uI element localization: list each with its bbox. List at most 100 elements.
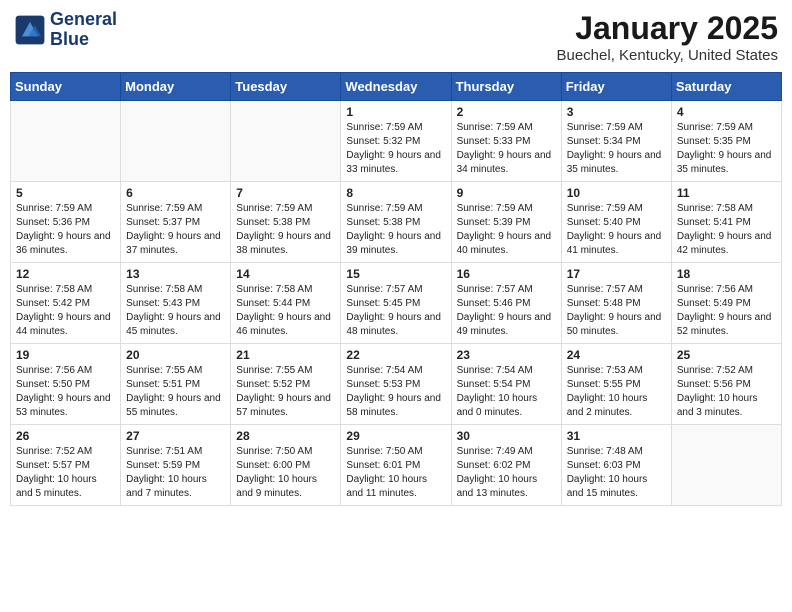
day-number: 29 bbox=[346, 429, 445, 443]
day-number: 3 bbox=[567, 105, 666, 119]
calendar-week-row: 26Sunrise: 7:52 AM Sunset: 5:57 PM Dayli… bbox=[11, 425, 782, 506]
table-row: 6 Sunrise: 7:59 AM Sunset: 5:37 PM Daylig… bbox=[121, 182, 231, 263]
day-detail: Sunrise: 7:59 AM Sunset: 5:35 PM Dayligh… bbox=[677, 121, 776, 177]
day-detail: Sunrise: 7:49 AM Sunset: 6:02 PM Dayligh… bbox=[457, 445, 556, 501]
table-row: 7 Sunrise: 7:59 AM Sunset: 5:38 PM Daylig… bbox=[231, 182, 341, 263]
day-number: 13 bbox=[126, 267, 225, 281]
logo-icon bbox=[14, 14, 46, 46]
table-row: 1Sunrise: 7:59 AM Sunset: 5:32 PM Daylig… bbox=[341, 101, 451, 182]
day-detail: Sunrise: 7:54 AM Sunset: 5:54 PM Dayligh… bbox=[457, 364, 556, 420]
table-row: 5 Sunrise: 7:59 AM Sunset: 5:36 PM Daylig… bbox=[11, 182, 121, 263]
table-row: 30Sunrise: 7:49 AM Sunset: 6:02 PM Dayli… bbox=[451, 425, 561, 506]
day-detail: Sunrise: 7:59 AM Sunset: 5:40 PM Dayligh… bbox=[567, 202, 666, 258]
day-detail: Sunrise: 7:59 AM Sunset: 5:38 PM Dayligh… bbox=[346, 202, 445, 258]
table-row: 22 Sunrise: 7:54 AM Sunset: 5:53 PM Dayli… bbox=[341, 344, 451, 425]
table-row: 20Sunrise: 7:55 AM Sunset: 5:51 PM Dayli… bbox=[121, 344, 231, 425]
col-wednesday: Wednesday bbox=[341, 73, 451, 101]
calendar-week-row: 12 Sunrise: 7:58 AM Sunset: 5:42 PM Dayli… bbox=[11, 263, 782, 344]
day-number: 7 bbox=[236, 186, 335, 200]
table-row bbox=[671, 425, 781, 506]
day-number: 28 bbox=[236, 429, 335, 443]
day-number: 31 bbox=[567, 429, 666, 443]
table-row: 31 Sunrise: 7:48 AM Sunset: 6:03 PM Dayli… bbox=[561, 425, 671, 506]
day-number: 24 bbox=[567, 348, 666, 362]
day-number: 15 bbox=[346, 267, 445, 281]
day-detail: Sunrise: 7:59 AM Sunset: 5:37 PM Dayligh… bbox=[126, 202, 225, 258]
day-number: 14 bbox=[236, 267, 335, 281]
day-detail: Sunrise: 7:51 AM Sunset: 5:59 PM Dayligh… bbox=[126, 445, 225, 501]
table-row: 9Sunrise: 7:59 AM Sunset: 5:39 PM Daylig… bbox=[451, 182, 561, 263]
day-detail: Sunrise: 7:59 AM Sunset: 5:32 PM Dayligh… bbox=[346, 121, 445, 177]
day-detail: Sunrise: 7:50 AM Sunset: 6:01 PM Dayligh… bbox=[346, 445, 445, 501]
day-detail: Sunrise: 7:55 AM Sunset: 5:52 PM Dayligh… bbox=[236, 364, 335, 420]
day-detail: Sunrise: 7:59 AM Sunset: 5:36 PM Dayligh… bbox=[16, 202, 115, 258]
day-detail: Sunrise: 7:59 AM Sunset: 5:33 PM Dayligh… bbox=[457, 121, 556, 177]
day-detail: Sunrise: 7:50 AM Sunset: 6:00 PM Dayligh… bbox=[236, 445, 335, 501]
table-row bbox=[231, 101, 341, 182]
table-row: 17 Sunrise: 7:57 AM Sunset: 5:48 PM Dayli… bbox=[561, 263, 671, 344]
day-detail: Sunrise: 7:48 AM Sunset: 6:03 PM Dayligh… bbox=[567, 445, 666, 501]
col-friday: Friday bbox=[561, 73, 671, 101]
day-number: 25 bbox=[677, 348, 776, 362]
day-number: 27 bbox=[126, 429, 225, 443]
table-row: 11 Sunrise: 7:58 AM Sunset: 5:41 PM Dayli… bbox=[671, 182, 781, 263]
title-section: January 2025 Buechel, Kentucky, United S… bbox=[556, 10, 778, 64]
calendar-week-row: 19Sunrise: 7:56 AM Sunset: 5:50 PM Dayli… bbox=[11, 344, 782, 425]
day-number: 6 bbox=[126, 186, 225, 200]
table-row: 24 Sunrise: 7:53 AM Sunset: 5:55 PM Dayli… bbox=[561, 344, 671, 425]
day-number: 26 bbox=[16, 429, 115, 443]
day-detail: Sunrise: 7:53 AM Sunset: 5:55 PM Dayligh… bbox=[567, 364, 666, 420]
day-detail: Sunrise: 7:57 AM Sunset: 5:48 PM Dayligh… bbox=[567, 283, 666, 339]
table-row: 15Sunrise: 7:57 AM Sunset: 5:45 PM Dayli… bbox=[341, 263, 451, 344]
day-detail: Sunrise: 7:56 AM Sunset: 5:49 PM Dayligh… bbox=[677, 283, 776, 339]
logo: General Blue bbox=[14, 10, 117, 50]
day-detail: Sunrise: 7:58 AM Sunset: 5:43 PM Dayligh… bbox=[126, 283, 225, 339]
col-thursday: Thursday bbox=[451, 73, 561, 101]
day-number: 16 bbox=[457, 267, 556, 281]
table-row: 13 Sunrise: 7:58 AM Sunset: 5:43 PM Dayli… bbox=[121, 263, 231, 344]
day-detail: Sunrise: 7:58 AM Sunset: 5:41 PM Dayligh… bbox=[677, 202, 776, 258]
table-row: 21 Sunrise: 7:55 AM Sunset: 5:52 PM Dayli… bbox=[231, 344, 341, 425]
day-detail: Sunrise: 7:59 AM Sunset: 5:39 PM Dayligh… bbox=[457, 202, 556, 258]
table-row: 3Sunrise: 7:59 AM Sunset: 5:34 PM Daylig… bbox=[561, 101, 671, 182]
day-detail: Sunrise: 7:54 AM Sunset: 5:53 PM Dayligh… bbox=[346, 364, 445, 420]
table-row bbox=[121, 101, 231, 182]
table-row: 28 Sunrise: 7:50 AM Sunset: 6:00 PM Dayli… bbox=[231, 425, 341, 506]
table-row: 12 Sunrise: 7:58 AM Sunset: 5:42 PM Dayli… bbox=[11, 263, 121, 344]
day-number: 4 bbox=[677, 105, 776, 119]
table-row: 18Sunrise: 7:56 AM Sunset: 5:49 PM Dayli… bbox=[671, 263, 781, 344]
day-number: 2 bbox=[457, 105, 556, 119]
table-row: 27 Sunrise: 7:51 AM Sunset: 5:59 PM Dayli… bbox=[121, 425, 231, 506]
table-row: 4 Sunrise: 7:59 AM Sunset: 5:35 PM Daylig… bbox=[671, 101, 781, 182]
col-sunday: Sunday bbox=[11, 73, 121, 101]
day-number: 11 bbox=[677, 186, 776, 200]
col-saturday: Saturday bbox=[671, 73, 781, 101]
table-row: 25 Sunrise: 7:52 AM Sunset: 5:56 PM Dayli… bbox=[671, 344, 781, 425]
table-row: 10 Sunrise: 7:59 AM Sunset: 5:40 PM Dayli… bbox=[561, 182, 671, 263]
day-detail: Sunrise: 7:58 AM Sunset: 5:44 PM Dayligh… bbox=[236, 283, 335, 339]
col-tuesday: Tuesday bbox=[231, 73, 341, 101]
logo-line1: General bbox=[50, 10, 117, 30]
calendar-table: Sunday Monday Tuesday Wednesday Thursday… bbox=[10, 72, 782, 506]
day-number: 19 bbox=[16, 348, 115, 362]
month-year: January 2025 bbox=[556, 10, 778, 47]
day-number: 12 bbox=[16, 267, 115, 281]
day-detail: Sunrise: 7:52 AM Sunset: 5:56 PM Dayligh… bbox=[677, 364, 776, 420]
table-row: 23Sunrise: 7:54 AM Sunset: 5:54 PM Dayli… bbox=[451, 344, 561, 425]
calendar-week-row: 1Sunrise: 7:59 AM Sunset: 5:32 PM Daylig… bbox=[11, 101, 782, 182]
calendar-header-row: Sunday Monday Tuesday Wednesday Thursday… bbox=[11, 73, 782, 101]
day-detail: Sunrise: 7:58 AM Sunset: 5:42 PM Dayligh… bbox=[16, 283, 115, 339]
day-detail: Sunrise: 7:59 AM Sunset: 5:38 PM Dayligh… bbox=[236, 202, 335, 258]
table-row: 2 Sunrise: 7:59 AM Sunset: 5:33 PM Daylig… bbox=[451, 101, 561, 182]
table-row: 8Sunrise: 7:59 AM Sunset: 5:38 PM Daylig… bbox=[341, 182, 451, 263]
location: Buechel, Kentucky, United States bbox=[556, 47, 778, 64]
day-number: 22 bbox=[346, 348, 445, 362]
table-row: 14 Sunrise: 7:58 AM Sunset: 5:44 PM Dayli… bbox=[231, 263, 341, 344]
day-number: 10 bbox=[567, 186, 666, 200]
day-number: 21 bbox=[236, 348, 335, 362]
day-number: 17 bbox=[567, 267, 666, 281]
day-number: 5 bbox=[16, 186, 115, 200]
logo-text: General Blue bbox=[50, 10, 117, 50]
table-row bbox=[11, 101, 121, 182]
table-row: 29 Sunrise: 7:50 AM Sunset: 6:01 PM Dayli… bbox=[341, 425, 451, 506]
